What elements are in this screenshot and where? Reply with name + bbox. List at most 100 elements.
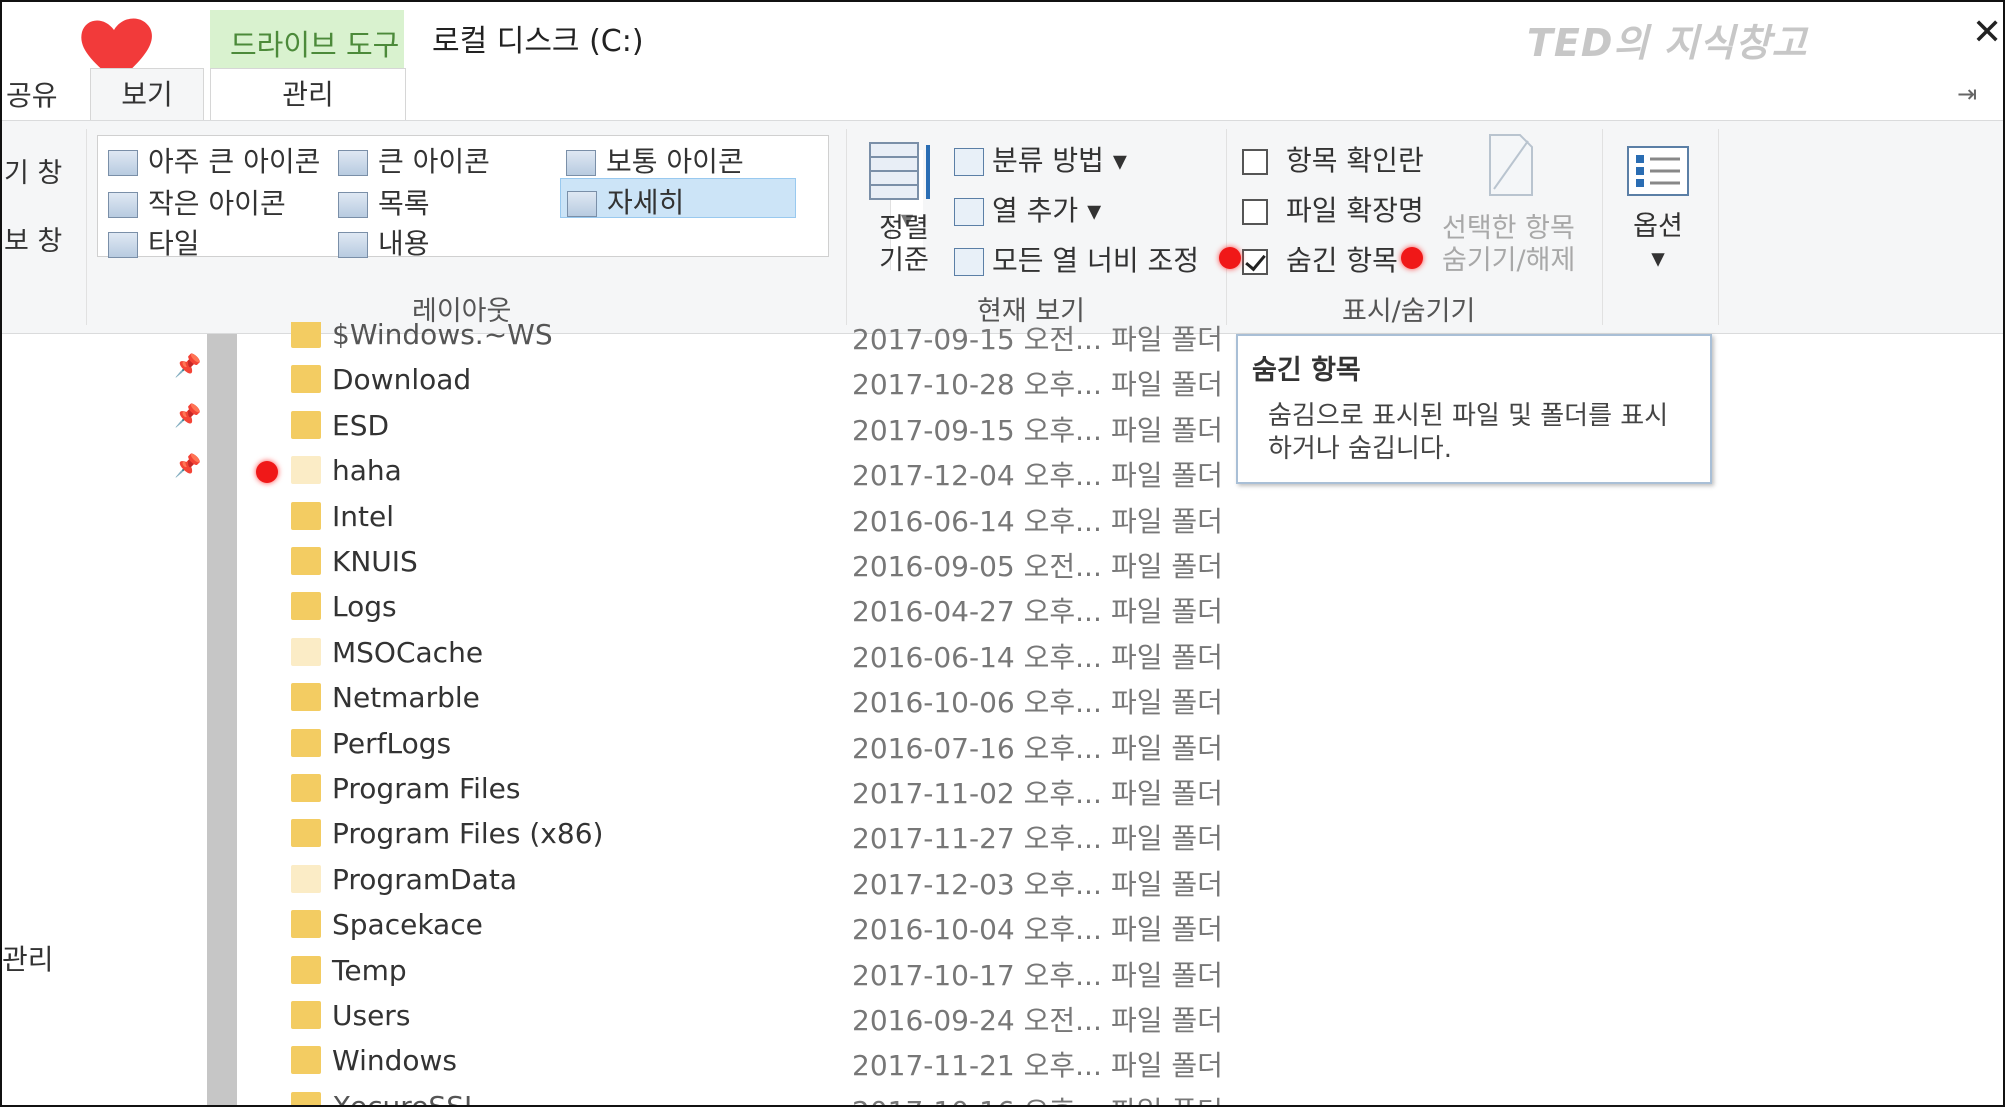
pin-icon[interactable]: 📌 (174, 404, 201, 429)
item-check-boxes-checkbox[interactable] (1242, 149, 1268, 175)
layout-tiles[interactable]: 타일 (108, 222, 200, 260)
file-date: 2017-12-03 오후... (852, 867, 1102, 901)
folder-icon (291, 365, 321, 394)
file-row[interactable]: ESD 2017-09-15 오후... 파일 폴더 (237, 405, 1237, 450)
file-row[interactable]: $Windows.~WS 2017-09-15 오전... 파일 폴더 (237, 322, 1237, 359)
hidden-items-toggle[interactable]: 숨긴 항목 (1242, 239, 1398, 279)
file-row[interactable]: Temp 2017-10-17 오후... 파일 폴더 (237, 950, 1237, 995)
file-name: Program Files (x86) (332, 817, 604, 851)
close-icon[interactable]: ✕ (1972, 12, 2002, 53)
layout-list[interactable]: 목록 (338, 182, 430, 220)
add-columns-icon (954, 198, 984, 226)
item-check-boxes-toggle[interactable]: 항목 확인란 (1242, 139, 1424, 179)
group-separator (1718, 129, 1719, 325)
file-row[interactable]: Netmarble 2016-10-06 오후... 파일 폴더 (237, 677, 1237, 722)
file-name: MSOCache (332, 635, 484, 669)
layout-content[interactable]: 내용 (338, 222, 430, 260)
file-row[interactable]: PerfLogs 2016-07-16 오후... 파일 폴더 (237, 723, 1237, 768)
file-type: 파일 폴더 (1111, 822, 1223, 856)
tab-share[interactable]: 공유 (6, 74, 58, 126)
file-name: Download (332, 363, 472, 397)
file-extensions-toggle[interactable]: 파일 확장명 (1242, 189, 1424, 229)
group-by-button[interactable]: 분류 방법 ▾ (954, 139, 1127, 179)
layout-medium-icons[interactable]: 보통 아이콘 (566, 140, 744, 178)
file-date: 2016-06-14 오후... (852, 640, 1102, 674)
large-icons-icon (338, 150, 368, 176)
file-row[interactable]: Logs 2016-04-27 오후... 파일 폴더 (237, 586, 1237, 631)
options-button[interactable]: 옵션 ▾ (1618, 211, 1698, 275)
pin-icon[interactable]: 📌 (174, 454, 201, 479)
file-row[interactable]: Intel 2016-06-14 오후... 파일 폴더 (237, 496, 1237, 541)
folder-icon (291, 410, 321, 439)
file-type: 파일 폴더 (1111, 1049, 1223, 1083)
hide-selected-icon (1489, 134, 1533, 196)
file-row[interactable]: MSOCache 2016-06-14 오후... 파일 폴더 (237, 632, 1237, 677)
group-separator (846, 129, 847, 325)
file-row[interactable]: Download 2017-10-28 오후... 파일 폴더 (237, 359, 1237, 404)
file-row[interactable]: Program Files (x86) 2017-11-27 오후... 파일 폴더 (237, 813, 1237, 858)
file-date: 2016-07-16 오후... (852, 731, 1102, 765)
pin-icon[interactable]: 📌 (174, 354, 201, 379)
file-type: 파일 폴더 (1111, 1090, 1223, 1105)
layout-small-icons[interactable]: 작은 아이콘 (108, 182, 286, 220)
folder-icon (291, 910, 321, 939)
file-name: XecureSSL (332, 1089, 480, 1107)
file-row[interactable]: haha 2017-12-04 오후... 파일 폴더 (237, 450, 1237, 495)
size-all-columns-button[interactable]: 모든 열 너비 조정 (954, 239, 1199, 279)
file-row[interactable]: ProgramData 2017-12-03 오후... 파일 폴더 (237, 859, 1237, 904)
file-name: KNUIS (332, 545, 418, 578)
layout-extra-large-icons[interactable]: 아주 큰 아이콘 (108, 140, 320, 178)
layout-details[interactable]: 자세히 (560, 178, 796, 219)
file-extensions-checkbox[interactable] (1242, 199, 1268, 225)
file-type: 파일 폴더 (1111, 640, 1223, 674)
folder-shape (291, 774, 321, 802)
file-date: 2016-10-06 오후... (852, 686, 1102, 720)
show-hide-group-label: 표시/숨기기 (1342, 296, 1476, 327)
layout-large-icons[interactable]: 큰 아이콘 (338, 140, 490, 178)
hidden-items-tooltip: 숨긴 항목 숨김으로 표시된 파일 및 폴더를 표시하거나 숨깁니다. (1236, 334, 1712, 484)
file-name: ESD (332, 408, 390, 442)
file-type: 파일 폴더 (1111, 595, 1223, 629)
window-title: 로컬 디스크 (C:) (432, 24, 644, 59)
preview-pane-button[interactable]: 기 창 (4, 151, 62, 190)
tab-view[interactable]: 보기 (90, 68, 204, 123)
hidden-items-checkbox[interactable] (1242, 249, 1268, 275)
folder-shape (291, 456, 321, 485)
folder-icon (291, 1046, 321, 1075)
file-date: 2017-11-21 오후... (852, 1049, 1102, 1083)
file-row[interactable]: Windows 2017-11-21 오후... 파일 폴더 (237, 1040, 1237, 1085)
file-type: 파일 폴더 (1111, 368, 1223, 402)
file-name: Spacekace (332, 908, 483, 942)
file-row[interactable]: Program Files 2017-11-02 오후... 파일 폴더 (237, 768, 1237, 813)
folder-shape (291, 410, 321, 439)
file-row[interactable]: KNUIS 2016-09-05 오전... 파일 폴더 (237, 541, 1237, 586)
list-icon (338, 192, 368, 218)
group-separator (86, 129, 87, 325)
folder-icon (291, 456, 321, 485)
file-row[interactable]: Spacekace 2016-10-04 오후... 파일 폴더 (237, 904, 1237, 949)
file-row[interactable]: XecureSSL 2017-10-16 오후... 파일 폴더 (237, 1086, 1237, 1107)
options-icon (1627, 146, 1689, 196)
folder-shape (291, 1091, 321, 1105)
details-pane-button[interactable]: 보 창 (4, 219, 62, 258)
folder-icon (291, 1001, 321, 1029)
tab-manage[interactable]: 관리 (210, 68, 406, 123)
pin-ribbon-icon[interactable]: ⇥ (1957, 80, 1977, 108)
group-by-icon (954, 148, 984, 176)
nav-pane-splitter[interactable] (207, 334, 237, 1105)
annotation-dot (1219, 247, 1241, 269)
nav-item-manage[interactable]: 관리 (2, 938, 54, 978)
explorer-window: 드라이브 도구 로컬 디스크 (C:) TED의 지식창고 ✕ ⇥ 공유 보기 … (0, 0, 2005, 1107)
folder-shape (291, 955, 321, 984)
group-separator (1226, 129, 1227, 325)
folder-shape (291, 637, 321, 666)
file-row[interactable]: Users 2016-09-24 오전... 파일 폴더 (237, 995, 1237, 1040)
sort-by-button[interactable]: 정렬 기준 (864, 213, 944, 277)
add-columns-button[interactable]: 열 추가 ▾ (954, 189, 1101, 229)
file-list: $Windows.~WS 2017-09-15 오전... 파일 폴더 Downloa… (237, 322, 1237, 1107)
watermark: TED의 지식창고 (1527, 21, 1808, 65)
file-type: 파일 폴더 (1111, 867, 1223, 901)
folder-shape (291, 864, 321, 893)
annotation-dot (1401, 247, 1423, 269)
folder-shape (291, 365, 321, 394)
